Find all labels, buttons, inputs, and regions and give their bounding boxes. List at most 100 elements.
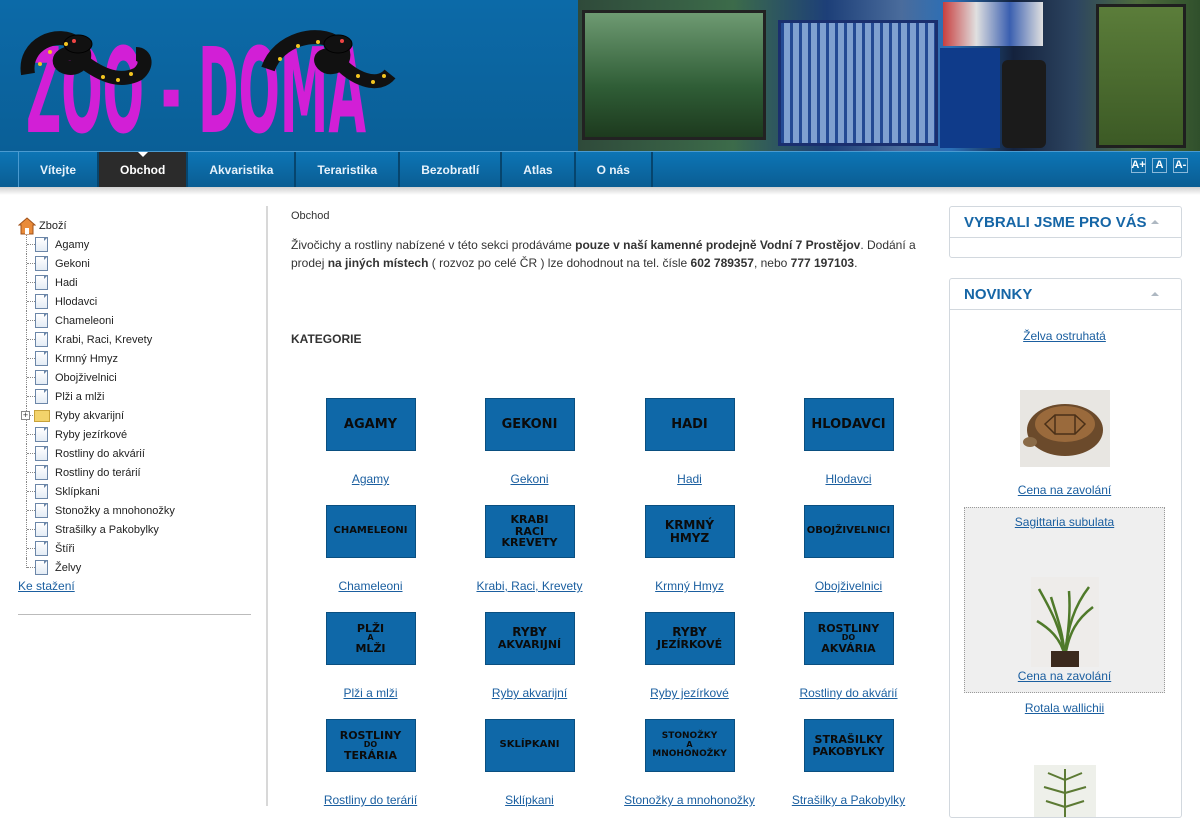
category-link[interactable]: Hlodavci (769, 472, 928, 486)
nav-item-2[interactable]: Akvaristika (188, 152, 297, 187)
tree-item[interactable]: Stonožky a mnohonožky (18, 501, 252, 520)
zoo-doma-logo[interactable]: ZOO - DOMA (18, 4, 398, 144)
nav-item-5[interactable]: Atlas (502, 152, 576, 187)
news-item-link[interactable]: Rotala wallichii (1025, 701, 1104, 715)
tree-item[interactable]: Gekoni (18, 254, 252, 273)
category-link[interactable]: Strašilky a Pakobylky (769, 793, 928, 807)
tree-item[interactable]: Obojživelnici (18, 368, 252, 387)
news-item-link[interactable]: Sagittaria subulata (1015, 515, 1114, 529)
tree-item[interactable]: Štíři (18, 539, 252, 558)
category-tile-image[interactable]: AGAMY (325, 398, 416, 451)
category-tile-image[interactable]: ROSTLINY DO TERÁRIA (325, 719, 416, 772)
categories-heading: KATEGORIE (291, 332, 362, 346)
recommended-box-header[interactable]: VYBRALI JSME PRO VÁS (950, 207, 1181, 238)
tree-item[interactable]: Hadi (18, 273, 252, 292)
category-tile-image[interactable]: HADI (644, 398, 735, 451)
category-tile-text: RYBY JEZÍRKOVÉ (657, 626, 722, 650)
category-tile-image[interactable]: KRMNÝ HMYZ (644, 505, 735, 558)
tortoise-photo[interactable] (1019, 390, 1110, 467)
category-link[interactable]: Rostliny do akvárií (769, 686, 928, 700)
tree-item[interactable]: Plži a mlži (18, 387, 252, 406)
category-tile-text: KRMNÝ HMYZ (665, 519, 714, 544)
category-tile-image[interactable]: KRABI RACI KREVETY (484, 505, 575, 558)
tree-item[interactable]: Rostliny do akvárií (18, 444, 252, 463)
tile-text-line: HADI (671, 416, 708, 432)
category-link[interactable]: Plži a mlži (291, 686, 450, 700)
plant-photo[interactable] (1033, 765, 1096, 818)
tree-item[interactable]: + Ryby akvarijní (18, 406, 252, 425)
category-link[interactable]: Hadi (610, 472, 769, 486)
category-link[interactable]: Ryby akvarijní (450, 686, 609, 700)
news-item-price-link[interactable]: Cena na zavolání (964, 483, 1165, 497)
category-card: STONOŽKY A MNOHONOŽKY Stonožky a mnohonožky (610, 719, 769, 807)
category-tile-text: HLODAVCI (811, 418, 885, 432)
nav-item-0[interactable]: Vítejte (19, 152, 100, 187)
font-reset-button[interactable]: A (1152, 158, 1167, 173)
news-item-link[interactable]: Želva ostruhatá (1023, 329, 1106, 343)
collapse-icon[interactable] (1151, 292, 1159, 296)
category-tile-image[interactable]: HLODAVCI (803, 398, 894, 451)
category-link[interactable]: Agamy (291, 472, 450, 486)
category-link[interactable]: Chameleoni (291, 579, 450, 593)
tree-root-zbozi[interactable]: Zboží (18, 216, 252, 235)
nav-item-6[interactable]: O nás (576, 152, 653, 187)
expand-icon[interactable]: + (21, 411, 30, 420)
category-link[interactable]: Ryby jezírkové (610, 686, 769, 700)
tree-item[interactable]: Krabi, Raci, Krevety (18, 330, 252, 349)
news-item: Rotala wallichii (964, 693, 1165, 818)
tree-item[interactable]: Agamy (18, 235, 252, 254)
category-card: ROSTLINY DO AKVÁRIA Rostliny do akvárií (769, 612, 928, 700)
tree-item-label: Ryby akvarijní (55, 409, 125, 422)
news-item-price-link[interactable]: Cena na zavolání (965, 669, 1164, 683)
category-tile-image[interactable]: RYBY AKVARIJNÍ (484, 612, 575, 665)
category-tile-image[interactable]: CHAMELEONI (325, 505, 416, 558)
tile-text-line: JEZÍRKOVÉ (656, 638, 723, 652)
birdcage-image (778, 20, 938, 146)
category-link[interactable]: Rostliny do terárií (291, 793, 450, 807)
category-tile-image[interactable]: STRAŠILKY PAKOBYLKY (803, 719, 894, 772)
news-item: Želva ostruhatá Cena na zavolání (964, 329, 1165, 507)
downloads-link[interactable]: Ke stažení (18, 579, 252, 593)
category-link[interactable]: Krmný Hmyz (610, 579, 769, 593)
news-box-header[interactable]: NOVINKY (950, 279, 1181, 310)
food-packs-image (943, 2, 1043, 46)
category-tile-image[interactable]: PLŽI A MLŽI (325, 612, 416, 665)
tree-item[interactable]: Ryby jezírkové (18, 425, 252, 444)
document-icon (35, 427, 48, 442)
category-tile-image[interactable]: RYBY JEZÍRKOVÉ (644, 612, 735, 665)
tree-item[interactable]: Želvy (18, 558, 252, 577)
collapse-icon[interactable] (1151, 220, 1159, 224)
category-tile-image[interactable]: STONOŽKY A MNOHONOŽKY (644, 719, 735, 772)
font-increase-button[interactable]: A+ (1131, 158, 1146, 173)
tree-item[interactable]: Hlodavci (18, 292, 252, 311)
category-link[interactable]: Krabi, Raci, Krevety (450, 579, 609, 593)
category-link[interactable]: Obojživelnici (769, 579, 928, 593)
category-tile-image[interactable]: SKLÍPKANI (484, 719, 575, 772)
category-link[interactable]: Sklípkani (450, 793, 609, 807)
recommended-box-title: VYBRALI JSME PRO VÁS (964, 213, 1147, 231)
nav-item-4[interactable]: Bezobratlí (400, 152, 503, 187)
category-tile-text: CHAMELEONI (333, 526, 407, 537)
category-tile-image[interactable]: GEKONI (484, 398, 575, 451)
tree-item[interactable]: Krmný Hmyz (18, 349, 252, 368)
category-link[interactable]: Gekoni (450, 472, 609, 486)
tree-item[interactable]: Strašilky a Pakobylky (18, 520, 252, 539)
nav-item-3[interactable]: Teraristika (296, 152, 401, 187)
tree-item[interactable]: Sklípkani (18, 482, 252, 501)
font-decrease-button[interactable]: A- (1173, 158, 1188, 173)
tree-root-label: Zboží (39, 219, 67, 232)
plant-photo[interactable] (1030, 577, 1099, 667)
category-tile-image[interactable]: ROSTLINY DO AKVÁRIA (803, 612, 894, 665)
nav-item-1[interactable]: Obchod (99, 152, 189, 187)
intro-part: Živočichy a rostliny nabízené v této sek… (291, 238, 576, 252)
tile-text-line: STRAŠILKY (814, 732, 883, 746)
tree-item[interactable]: Chameleoni (18, 311, 252, 330)
category-tile-text: OBOJŽIVELNICI (807, 526, 890, 537)
tree-item[interactable]: Rostliny do terárií (18, 463, 252, 482)
products-banner-image (578, 0, 1200, 151)
category-tile-image[interactable]: OBOJŽIVELNICI (803, 505, 894, 558)
sidebar-divider (18, 614, 251, 615)
category-link[interactable]: Stonožky a mnohonožky (610, 793, 769, 807)
document-icon (35, 484, 48, 499)
recommended-box: VYBRALI JSME PRO VÁS (949, 206, 1182, 258)
